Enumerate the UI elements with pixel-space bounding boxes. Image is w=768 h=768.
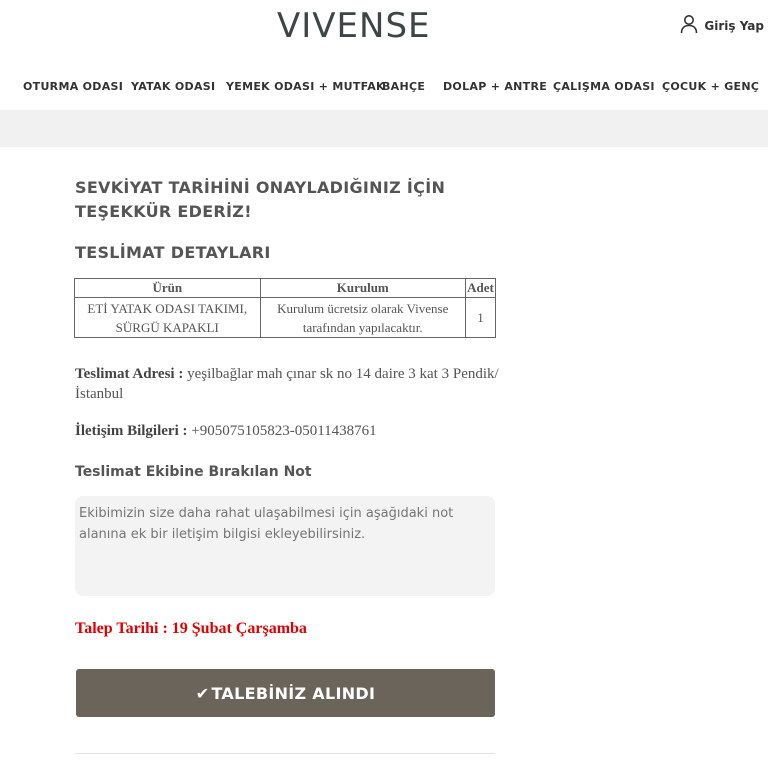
delivery-note-input[interactable] xyxy=(75,496,495,596)
page-title: SEVKİYAT TARİHİNİ ONAYLADIĞINIZ İÇİN TEŞ… xyxy=(75,178,446,221)
checkmark-icon: ✔ xyxy=(195,683,210,703)
user-icon xyxy=(680,14,698,37)
delivery-address: Teslimat Adresi : yeşilbağlar mah çınar … xyxy=(75,364,505,404)
nav-item-yemek-odasi-mutfak[interactable]: YEMEK ODASI + MUTFAK xyxy=(226,80,385,93)
vivense-logo[interactable]: VIVENSE xyxy=(277,6,431,46)
column-header-quantity: Adet xyxy=(464,278,497,298)
column-header-installation: Kurulum xyxy=(259,278,466,298)
installation-cell: Kurulum ücretsiz olarak Vivense tarafınd… xyxy=(259,297,466,338)
table-header-row: Ürün Kurulum Adet xyxy=(74,278,497,298)
request-date: Talep Tarihi : 19 Şubat Çarşamba xyxy=(75,620,307,637)
contact-label: İletişim Bilgileri : xyxy=(75,423,188,439)
nav-item-bahce[interactable]: BAHÇE xyxy=(382,80,425,93)
product-cell: ETİ YATAK ODASI TAKIMI, SÜRGÜ KAPAKLI xyxy=(74,297,261,338)
site-header: VIVENSE Giriş Yap OTURMA ODASI YATAK ODA… xyxy=(0,0,768,110)
divider xyxy=(75,753,495,754)
delivery-table: Ürün Kurulum Adet ETİ YATAK ODASI TAKIMI… xyxy=(74,278,497,338)
request-received-button[interactable]: ✔ TALEBİNİZ ALINDI xyxy=(76,669,495,717)
login-label: Giriş Yap xyxy=(704,18,764,33)
main-nav: OTURMA ODASI YATAK ODASI YEMEK ODASI + M… xyxy=(0,80,768,100)
note-heading: Teslimat Ekibine Bırakılan Not xyxy=(75,464,312,480)
address-label: Teslimat Adresi : xyxy=(75,366,184,382)
table-row: ETİ YATAK ODASI TAKIMI, SÜRGÜ KAPAKLI Ku… xyxy=(74,297,497,338)
nav-item-oturma-odasi[interactable]: OTURMA ODASI xyxy=(23,80,123,93)
contact-value: +905075105823-05011438761 xyxy=(191,423,377,439)
quantity-cell: 1 xyxy=(464,297,497,338)
nav-item-calisma-odasi[interactable]: ÇALIŞMA ODASI xyxy=(553,80,655,93)
login-link[interactable]: Giriş Yap xyxy=(680,14,764,37)
delivery-details-heading: TESLİMAT DETAYLARI xyxy=(75,243,271,262)
nav-item-dolap-antre[interactable]: DOLAP + ANTRE xyxy=(443,80,547,93)
nav-item-cocuk-genc[interactable]: ÇOCUK + GENÇ xyxy=(662,80,759,93)
contact-info: İletişim Bilgileri : +905075105823-05011… xyxy=(75,421,505,441)
nav-item-yatak-odasi[interactable]: YATAK ODASI xyxy=(131,80,215,93)
request-received-label: TALEBİNİZ ALINDI xyxy=(211,683,376,703)
column-header-product: Ürün xyxy=(74,278,261,298)
grey-band xyxy=(0,110,768,147)
